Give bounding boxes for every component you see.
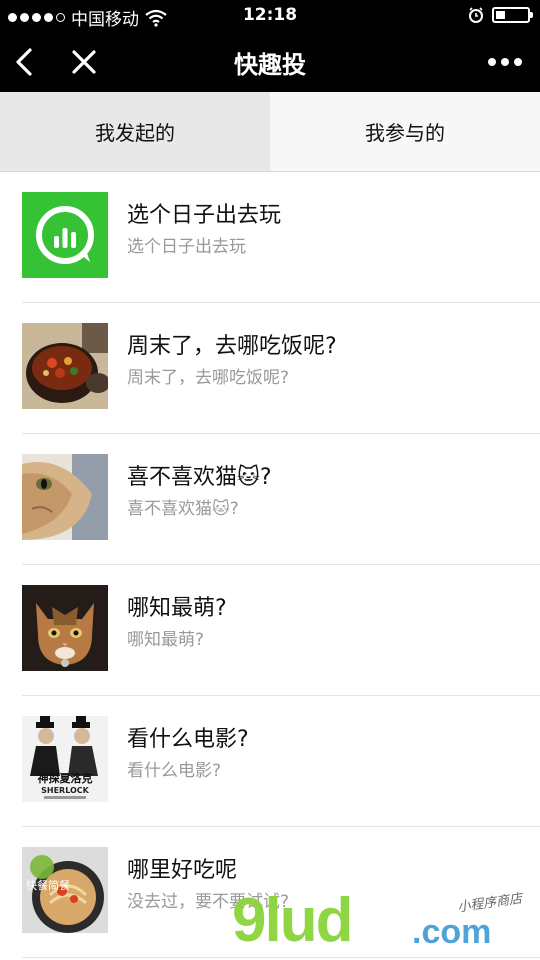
item-title: 周末了，去哪吃饭呢? [127, 334, 337, 359]
list-item[interactable]: 神探夏洛克 SHERLOCK 看什么电影? 看什么电影? [22, 696, 540, 827]
item-title: 看什么电影? [127, 727, 249, 752]
list-item[interactable]: 喜不喜欢猫🐱? 喜不喜欢猫🐱? [22, 434, 540, 565]
item-subtitle: 看什么电影? [127, 761, 222, 781]
cat-photo [22, 454, 108, 540]
alarm-icon [469, 7, 483, 23]
item-subtitle: 哪知最萌? [127, 630, 205, 650]
food-photo [22, 323, 108, 409]
status-bar: 中国移动 12:18 [0, 0, 540, 32]
poll-list: 选个日子出去玩 选个日子出去玩 周末了，去哪吃饭呢? 周末了，去哪吃饭呢? 喜不… [0, 172, 540, 958]
noodle-photo: 快餐简餐 [22, 847, 108, 933]
item-subtitle: 选个日子出去玩 [127, 237, 246, 257]
noodle-label: 快餐简餐 [26, 878, 70, 892]
kitten-photo [22, 585, 108, 671]
item-title: 喜不喜欢猫🐱? [127, 465, 272, 490]
tab-initiated[interactable]: 我发起的 [0, 92, 270, 171]
list-item[interactable]: 快餐简餐 哪里好吃呢 没去过，要不要试试? [22, 827, 540, 958]
battery-icon [492, 7, 533, 23]
status-right [468, 7, 533, 23]
movie-poster: 神探夏洛克 SHERLOCK [22, 716, 108, 802]
list-item[interactable]: 选个日子出去玩 选个日子出去玩 [22, 172, 540, 303]
poll-logo-icon [22, 192, 108, 278]
item-title: 哪知最萌? [127, 596, 227, 621]
tab-bar: 我发起的 我参与的 [0, 92, 540, 172]
status-time: 12:18 [242, 5, 298, 25]
item-subtitle: 周末了，去哪吃饭呢? [127, 368, 290, 388]
list-item[interactable]: 周末了，去哪吃饭呢? 周末了，去哪吃饭呢? [22, 303, 540, 434]
nav-bar: 快趣投 [0, 32, 540, 92]
more-icon[interactable] [488, 58, 522, 66]
movie-title-cn: 神探夏洛克 [38, 771, 93, 785]
item-title: 哪里好吃呢 [127, 858, 238, 883]
item-title: 选个日子出去玩 [127, 203, 282, 228]
list-item[interactable]: 哪知最萌? 哪知最萌? [22, 565, 540, 696]
item-subtitle: 没去过，要不要试试? [127, 892, 290, 912]
movie-title-en: SHERLOCK [41, 786, 90, 795]
tab-participated[interactable]: 我参与的 [270, 92, 540, 171]
item-subtitle: 喜不喜欢猫🐱? [127, 499, 239, 519]
page-title: 快趣投 [234, 51, 306, 79]
